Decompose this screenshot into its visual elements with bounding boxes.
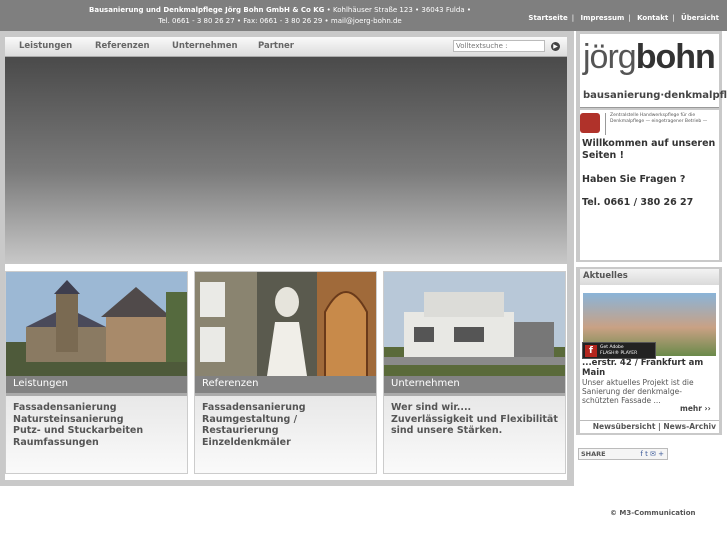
certification-badge: Zentralstelle Handwerkspflege für die De… [605, 113, 715, 135]
hero-flash-area [5, 57, 567, 264]
card-line[interactable]: Natursteinsanierung [13, 414, 180, 426]
nav-leistungen[interactable]: Leistungen [19, 41, 72, 51]
welcome-text: Willkommen auf unseren Seiten ! [582, 138, 716, 161]
card-title: Referenzen [195, 376, 376, 396]
flash-label: Get Adobe FLASH® PLAYER [600, 345, 638, 356]
link-startseite[interactable]: Startseite [528, 14, 567, 22]
news-text: Unser aktuelles Projekt ist die Sanierun… [582, 378, 694, 405]
crest-icon [580, 113, 600, 133]
card-line[interactable]: Fassadensanierung [13, 402, 180, 414]
share-button[interactable]: SHARE f t ✉ + [578, 448, 668, 460]
top-links: Startseite | Impressum | Kontakt | Übersich… [528, 14, 719, 22]
card-body: Wer sind wir.... Zuverlässigkeit und Fle… [384, 396, 565, 473]
share-icons: f t ✉ + [640, 450, 664, 458]
company-logo[interactable]: jörgbohn bausanierung·denkmalpflege [580, 34, 727, 108]
share-label: SHARE [581, 450, 606, 458]
link-impressum[interactable]: Impressum [581, 14, 625, 22]
card-body: Fassadensanierung Raumgestaltung / Resta… [195, 396, 376, 473]
company-contact: Tel. 0661 - 3 80 26 27 • Fax: 0661 - 3 8… [158, 17, 402, 25]
card-line[interactable]: Fassadensanierung [202, 402, 369, 414]
news-heading: Aktuelles [580, 269, 719, 285]
statue-photo [195, 272, 376, 376]
flash-player-badge[interactable]: f Get Adobe FLASH® PLAYER [582, 342, 656, 359]
nav-unternehmen[interactable]: Unternehmen [172, 41, 238, 51]
card-line[interactable]: Einzeldenkmäler [202, 437, 369, 449]
card-line[interactable]: Raumgestaltung / Restaurierung [202, 414, 369, 437]
card-referenzen[interactable]: Referenzen Fassadensanierung Raumgestalt… [194, 271, 377, 474]
card-line[interactable]: Zuverlässigkeit und Flexibilität [391, 414, 558, 426]
building-photo [384, 272, 565, 376]
card-line[interactable]: Wer sind wir.... [391, 402, 558, 414]
link-uebersicht[interactable]: Übersicht [681, 14, 719, 22]
card-line[interactable]: Putz- und Stuckarbeiten [13, 425, 180, 437]
company-address: • Kohlhäuser Straße 123 • 36043 Fulda • [324, 6, 471, 14]
search-button[interactable]: ▶ [551, 42, 560, 51]
link-kontakt[interactable]: Kontakt [637, 14, 668, 22]
more-link[interactable]: mehr ›› [680, 404, 711, 413]
flash-icon: f [585, 345, 597, 357]
card-line[interactable]: sind unsere Stärken. [391, 425, 558, 437]
news-links[interactable]: Newsübersicht | News-Archiv [580, 420, 719, 433]
logo-wordmark: jörgbohn [583, 38, 716, 76]
card-leistungen[interactable]: Leistungen Fassadensanierung Natursteins… [5, 271, 188, 474]
logo-tagline: bausanierung·denkmalpflege [583, 90, 727, 101]
company-info: Bausanierung und Denkmalpflege Jörg Bohn… [80, 5, 480, 27]
card-unternehmen[interactable]: Unternehmen Wer sind wir.... Zuverlässig… [383, 271, 566, 474]
questions-text: Haben Sie Fragen ? [582, 174, 686, 185]
phone-number: Tel. 0661 / 380 26 27 [582, 197, 694, 208]
nav-referenzen[interactable]: Referenzen [95, 41, 150, 51]
news-title[interactable]: ...erstr. 42 / Frankfurt am Main [582, 358, 718, 378]
card-title: Unternehmen [384, 376, 565, 396]
copyright[interactable]: © M3-Communication [610, 509, 696, 517]
card-body: Fassadensanierung Natursteinsanierung Pu… [6, 396, 187, 473]
card-title: Leistungen [6, 376, 187, 396]
search-input[interactable] [453, 40, 545, 52]
castle-photo [6, 272, 187, 376]
nav-partner[interactable]: Partner [258, 41, 294, 51]
card-line[interactable]: Raumfassungen [13, 437, 180, 449]
company-name: Bausanierung und Denkmalpflege Jörg Bohn… [89, 6, 325, 14]
